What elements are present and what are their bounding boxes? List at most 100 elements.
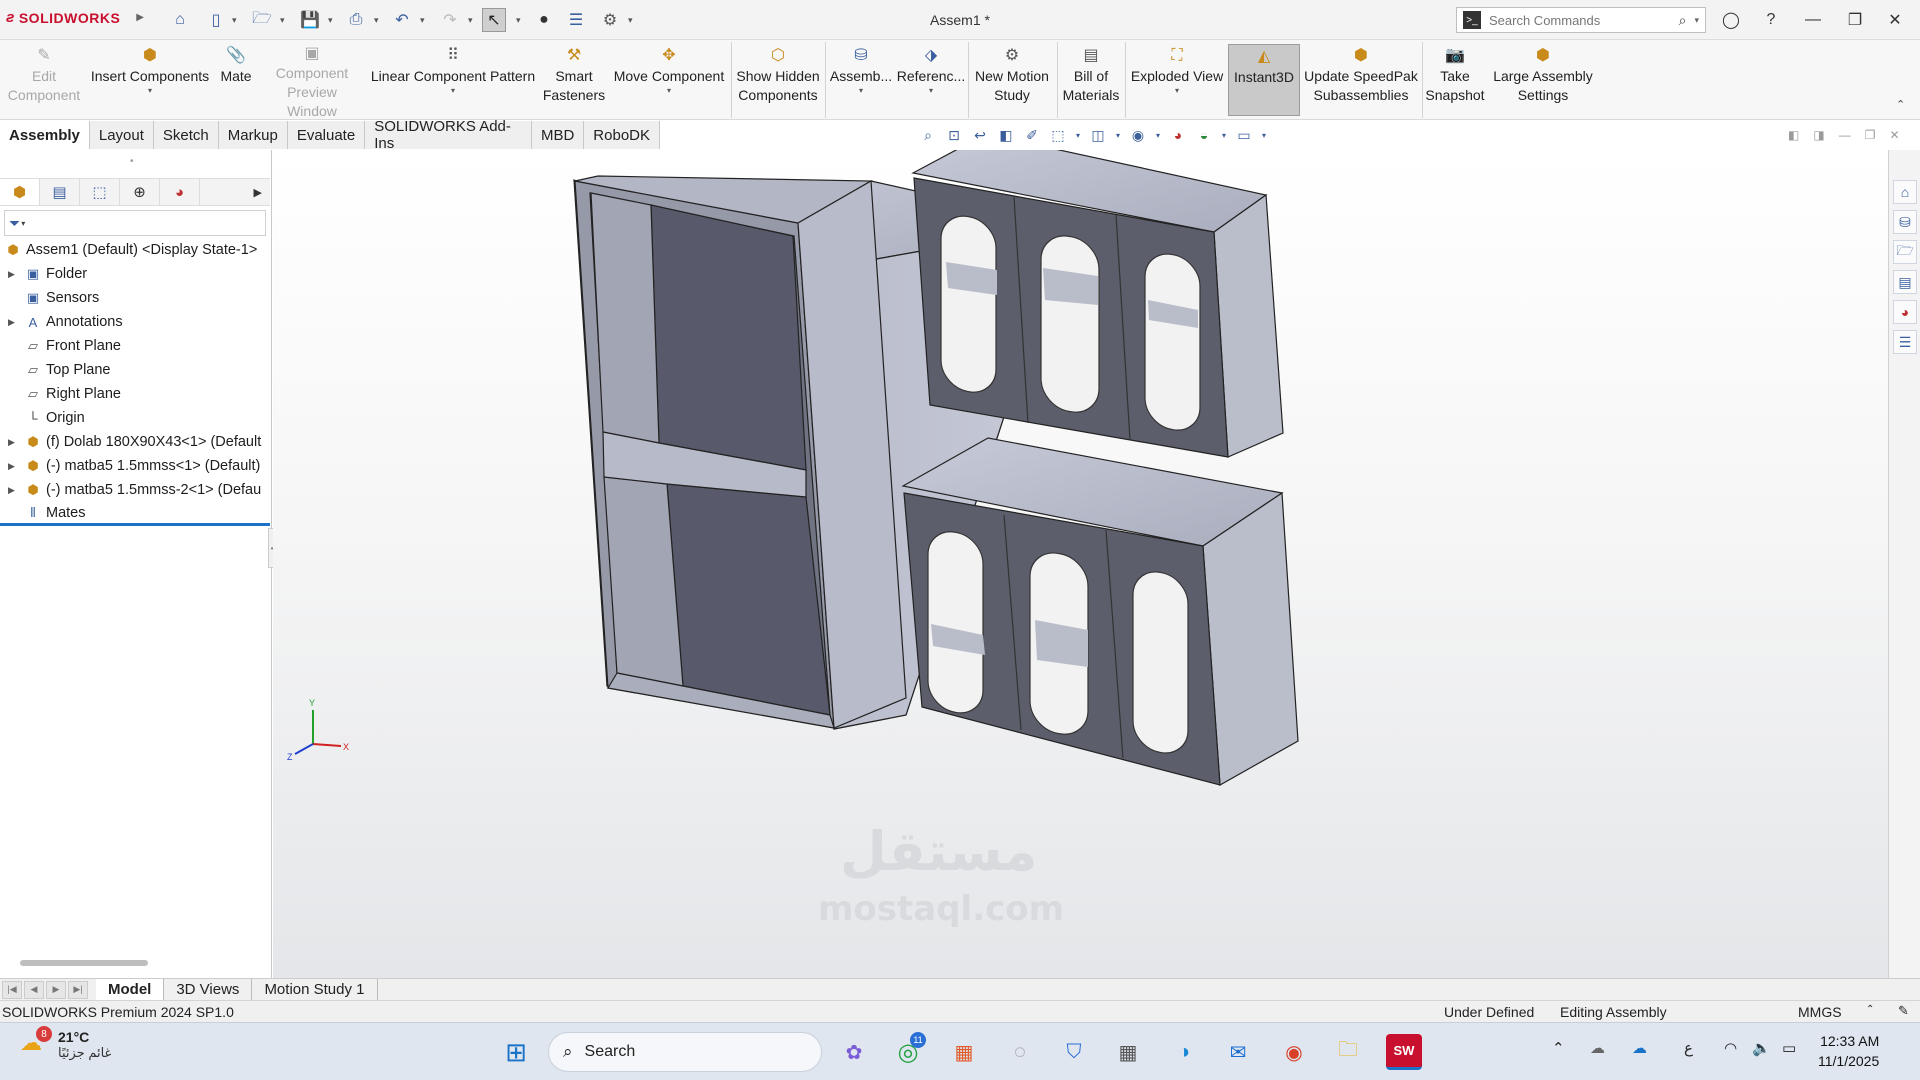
search-commands-input[interactable]: >_ Search Commands ⌕ ▾ bbox=[1456, 7, 1706, 33]
insert-components-button[interactable]: ⬢ Insert Components ▾ bbox=[88, 44, 212, 116]
display-style-icon[interactable]: ◫ bbox=[1088, 127, 1108, 144]
upper-cabinet-model[interactable] bbox=[911, 150, 1284, 458]
previous-view-icon[interactable]: ↩ bbox=[970, 127, 990, 144]
prev-tab-arrow-icon[interactable]: ◀ bbox=[24, 980, 44, 999]
volume-icon[interactable]: 🔈 bbox=[1752, 1039, 1771, 1057]
traffic-light-icon[interactable]: ● bbox=[532, 8, 556, 32]
component-preview-window-button[interactable]: ▣ Component Preview Window bbox=[262, 44, 362, 119]
select-pointer-icon[interactable]: ↖ bbox=[482, 8, 506, 32]
file-properties-icon[interactable]: ☰ bbox=[564, 8, 588, 32]
view-orientation-icon[interactable]: ⬚ bbox=[1048, 127, 1068, 144]
show-hidden-components-button[interactable]: ⬡ Show Hidden Components bbox=[734, 44, 822, 116]
chrome-icon[interactable]: ◉ bbox=[1276, 1034, 1312, 1070]
weather-widget[interactable]: ☁ 8 21°C غائم جزئيًا bbox=[20, 1026, 111, 1061]
open-folder-icon[interactable]: 🗁 bbox=[250, 8, 274, 32]
panel-grip-icon[interactable]: • bbox=[130, 156, 134, 167]
tab-markup[interactable]: Markup bbox=[218, 121, 288, 149]
tree-item-origin[interactable]: └ Origin bbox=[0, 406, 270, 430]
tree-item-front-plane[interactable]: ▱ Front Plane bbox=[0, 334, 270, 358]
menu-expand-icon[interactable]: ▶ bbox=[136, 12, 144, 23]
onedrive-icon[interactable]: ☁ bbox=[1632, 1039, 1647, 1057]
section-view-icon[interactable]: ◧ bbox=[996, 127, 1016, 144]
tree-item-annotations[interactable]: ▶ A Annotations bbox=[0, 310, 270, 334]
feature-tree-filter[interactable]: ⏷ ▾ bbox=[4, 210, 266, 236]
expand-arrow-icon[interactable]: ▶ bbox=[8, 437, 20, 448]
viewport-close-icon[interactable]: ✕ bbox=[1889, 128, 1899, 142]
more-tabs-arrow-icon[interactable]: ▶ bbox=[254, 186, 262, 199]
smart-fasteners-button[interactable]: ⚒ Smart Fasteners bbox=[542, 44, 606, 116]
search-icon[interactable]: ⌕ bbox=[1679, 12, 1687, 29]
tree-item-right-plane[interactable]: ▱ Right Plane bbox=[0, 382, 270, 406]
next-tab-arrow-icon[interactable]: ▶ bbox=[46, 980, 66, 999]
viewport-tile-icon[interactable]: ◧ bbox=[1788, 128, 1799, 142]
assembly-features-button[interactable]: ⛁ Assemb... ▾ bbox=[828, 44, 894, 116]
file-explorer-taskbar-icon[interactable]: 🗀 bbox=[1330, 1034, 1366, 1070]
view-orientation-dropdown-icon[interactable]: ▾ bbox=[1074, 131, 1082, 140]
tree-root-assembly[interactable]: ⬢ Assem1 (Default) <Display State-1> bbox=[0, 238, 270, 262]
restore-icon[interactable]: ❐ bbox=[1842, 8, 1868, 32]
microsoft-store-icon[interactable]: ▦ bbox=[946, 1034, 982, 1070]
take-snapshot-button[interactable]: 📷 Take Snapshot bbox=[1424, 44, 1486, 116]
tab-motion-study-1[interactable]: Motion Study 1 bbox=[252, 978, 378, 1001]
redo-dropdown-icon[interactable]: ▾ bbox=[468, 8, 478, 32]
show-hidden-tray-icon[interactable]: ⌃ bbox=[1552, 1039, 1565, 1057]
hide-show-items-icon[interactable]: ◉ bbox=[1128, 127, 1148, 144]
windows-start-icon[interactable]: ⊞ bbox=[498, 1034, 534, 1070]
options-dropdown-icon[interactable]: ▾ bbox=[628, 8, 638, 32]
dropdown-arrow-icon[interactable]: ▾ bbox=[929, 86, 933, 96]
tree-item-part-matba5-1[interactable]: ▶ ⬢ (-) matba5 1.5mmss<1> (Default) bbox=[0, 454, 270, 478]
property-manager-tab-icon[interactable]: ▤ bbox=[40, 179, 80, 205]
edit-component-button[interactable]: ✎ Edit Component bbox=[4, 44, 84, 116]
solidworks-taskbar-icon[interactable]: SW bbox=[1386, 1034, 1422, 1070]
linear-component-pattern-button[interactable]: ⠿ Linear Component Pattern ▾ bbox=[368, 44, 538, 116]
whatsapp-icon[interactable]: ◎ 11 bbox=[890, 1032, 926, 1070]
home-icon[interactable]: ⌂ bbox=[168, 8, 192, 32]
panel-horizontal-scrollbar[interactable] bbox=[20, 960, 148, 966]
first-tab-arrow-icon[interactable]: |◀ bbox=[2, 980, 22, 999]
zoom-to-fit-icon[interactable]: ⌕ bbox=[918, 127, 938, 144]
dropdown-arrow-icon[interactable]: ▾ bbox=[1175, 86, 1179, 96]
tree-item-part-dolab[interactable]: ▶ ⬢ (f) Dolab 180X90X43<1> (Default bbox=[0, 430, 270, 454]
design-library-icon[interactable]: ⛁ bbox=[1893, 210, 1917, 234]
graphics-area[interactable]: Y X Z مستقل mostaql.com bbox=[273, 150, 1888, 978]
tree-item-top-plane[interactable]: ▱ Top Plane bbox=[0, 358, 270, 382]
unit-system[interactable]: MMGS bbox=[1798, 1004, 1842, 1020]
edge-browser-icon[interactable]: ◑ bbox=[1166, 1034, 1202, 1070]
dropdown-arrow-icon[interactable]: ▾ bbox=[148, 86, 152, 96]
expand-arrow-icon[interactable]: ▶ bbox=[8, 317, 20, 328]
tree-item-part-matba5-2[interactable]: ▶ ⬢ (-) matba5 1.5mmss-2<1> (Defau bbox=[0, 478, 270, 502]
appearances-icon[interactable]: ◕ bbox=[1893, 300, 1917, 324]
tab-model[interactable]: Model bbox=[96, 978, 165, 1001]
lower-cabinet-model[interactable] bbox=[901, 437, 1299, 786]
save-icon[interactable]: 💾 bbox=[298, 8, 322, 32]
new-dropdown-icon[interactable]: ▾ bbox=[232, 8, 242, 32]
print-icon[interactable]: ⎙ bbox=[344, 8, 368, 32]
units-dropdown-icon[interactable]: ⌃ bbox=[1866, 1004, 1874, 1015]
filter-icon[interactable]: ⏷ bbox=[9, 215, 20, 232]
minimize-icon[interactable]: — bbox=[1800, 8, 1826, 32]
help-icon[interactable]: ? bbox=[1758, 8, 1784, 32]
configuration-manager-tab-icon[interactable]: ⬚ bbox=[80, 179, 120, 205]
exploded-view-button[interactable]: ⛶ Exploded View ▾ bbox=[1128, 44, 1226, 116]
expand-arrow-icon[interactable]: ▶ bbox=[8, 269, 20, 280]
tab-assembly[interactable]: Assembly bbox=[0, 121, 90, 149]
rebuild-status-icon[interactable]: ✎ bbox=[1898, 1003, 1909, 1019]
battery-icon[interactable]: ▭ bbox=[1782, 1039, 1796, 1057]
display-manager-tab-icon[interactable]: ◕ bbox=[160, 179, 200, 205]
save-dropdown-icon[interactable]: ▾ bbox=[328, 8, 338, 32]
undo-icon[interactable]: ↶ bbox=[390, 8, 414, 32]
calculator-icon[interactable]: ▦ bbox=[1110, 1034, 1146, 1070]
new-motion-study-button[interactable]: ⚙ New Motion Study bbox=[970, 44, 1054, 116]
security-shield-icon[interactable]: ⛉ bbox=[1056, 1034, 1092, 1070]
copilot-icon[interactable]: ✿ bbox=[836, 1034, 872, 1070]
instant3d-button[interactable]: ◭ Instant3D bbox=[1228, 44, 1300, 116]
mate-button[interactable]: 📎 Mate bbox=[214, 44, 258, 116]
feature-tree-tab-icon[interactable]: ⬢ bbox=[0, 179, 40, 205]
file-explorer-icon[interactable]: 🗁 bbox=[1893, 240, 1917, 264]
outlook-icon[interactable]: ✉ bbox=[1220, 1034, 1256, 1070]
redo-icon[interactable]: ↷ bbox=[438, 8, 462, 32]
tree-item-mates[interactable]: ⫴ Mates bbox=[0, 502, 270, 526]
dropdown-arrow-icon[interactable]: ▾ bbox=[859, 86, 863, 96]
options-gear-icon[interactable]: ⚙ bbox=[598, 8, 622, 32]
tab-evaluate[interactable]: Evaluate bbox=[287, 121, 366, 149]
